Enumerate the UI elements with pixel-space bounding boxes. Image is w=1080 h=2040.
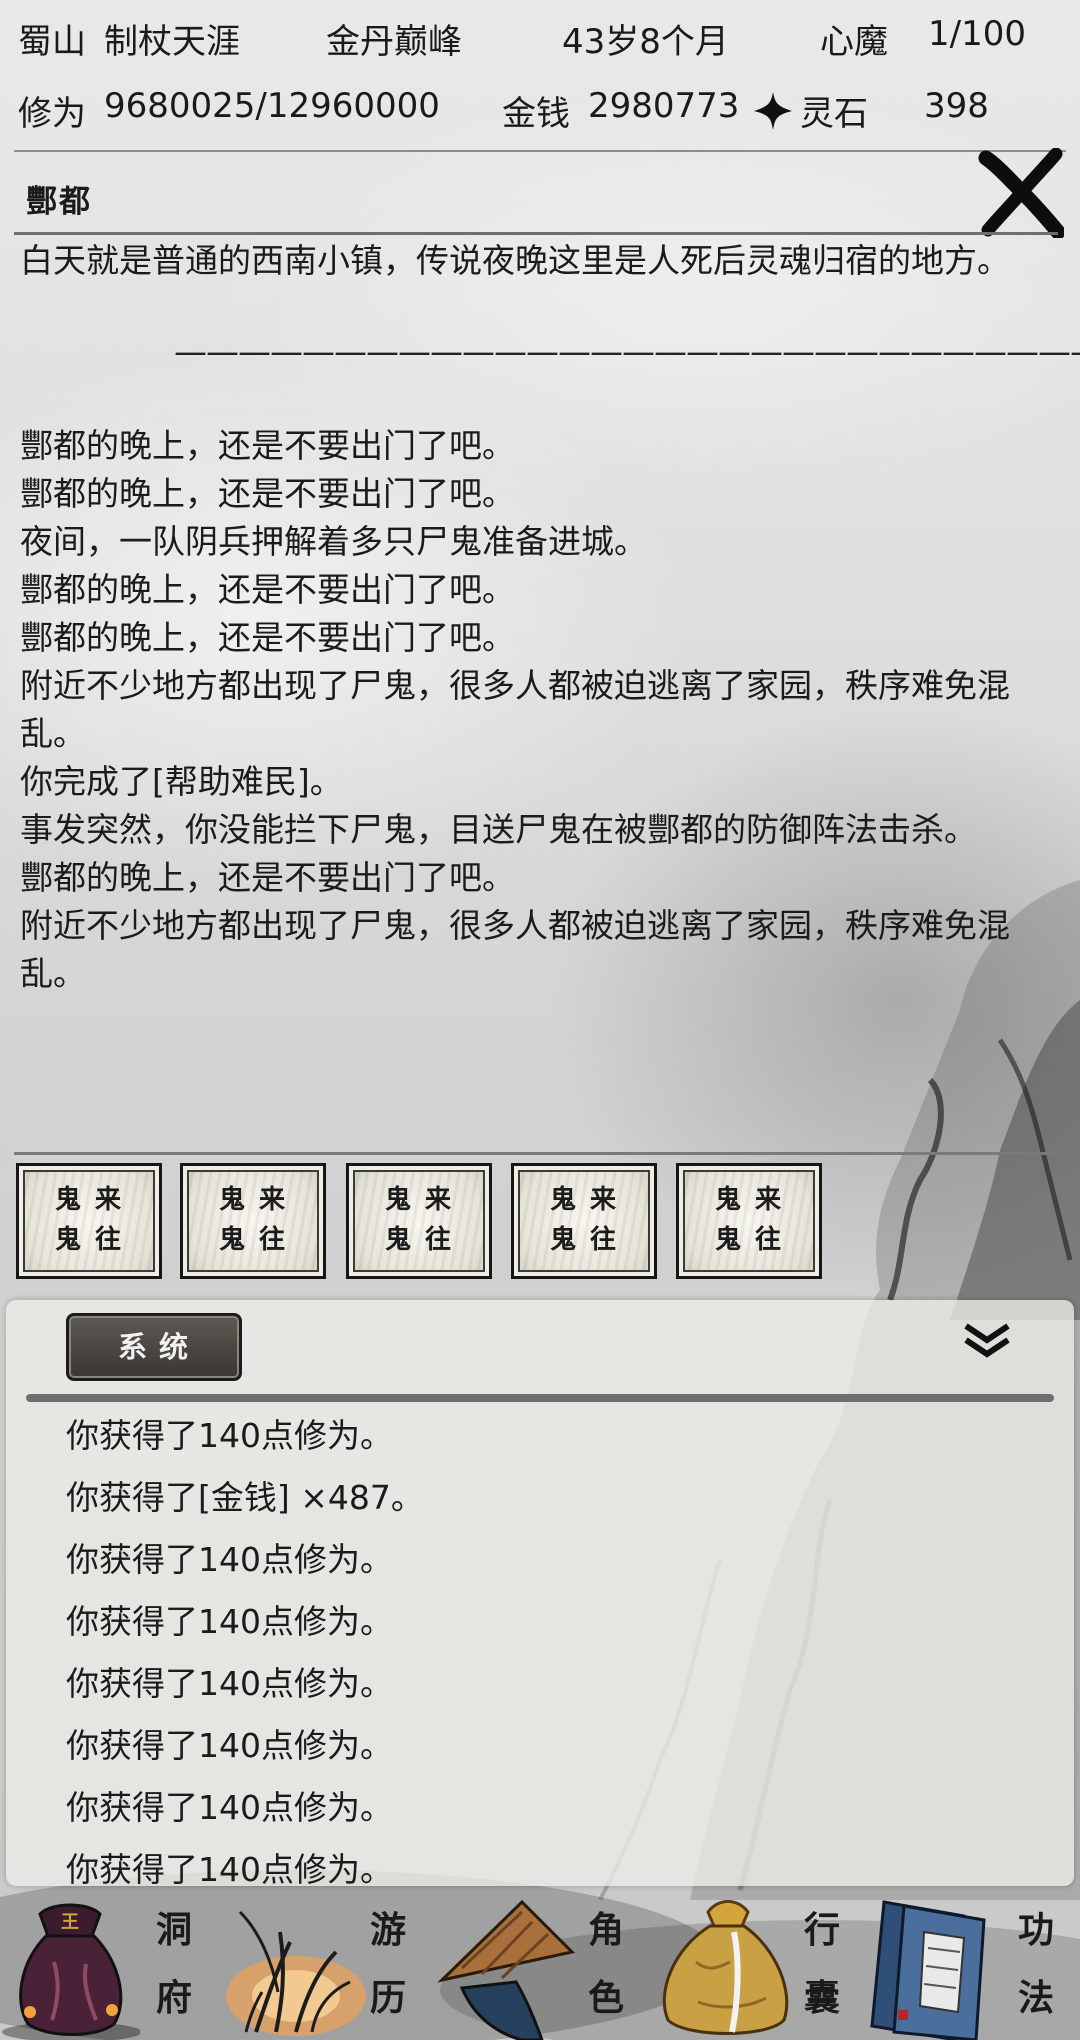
event-line: 酆都的晚上，还是不要出门了吧。 xyxy=(20,570,515,609)
nav-character-label: 色 xyxy=(587,1977,624,2019)
title-underline xyxy=(14,232,1058,235)
nav-inventory-label: 囊 xyxy=(803,1977,840,2019)
cultivation-label: 修为 xyxy=(18,94,86,134)
money-label: 金钱 xyxy=(502,94,570,134)
system-tab[interactable]: 系统 xyxy=(66,1313,242,1381)
nav-cave[interactable]: 王 洞 府 xyxy=(0,1892,216,2040)
cultivation-value: 9680025/12960000 xyxy=(104,86,440,126)
event-log: 酆都的晚上，还是不要出门了吧。 酆都的晚上，还是不要出门了吧。 夜间，一队阴兵押… xyxy=(20,422,1040,998)
event-line: 你完成了[帮助难民]。 xyxy=(20,762,343,801)
system-log-list: 你获得了140点修为。 你获得了[金钱] ×487。 你获得了140点修为。 你… xyxy=(66,1405,424,1901)
nav-character[interactable]: 角 色 xyxy=(432,1892,648,2040)
log-divider xyxy=(26,1394,1054,1402)
spirit-stone-label: 灵石 xyxy=(800,94,868,134)
event-line: 酆都的晚上，还是不要出门了吧。 xyxy=(20,858,515,897)
nav-cave-label: 洞 xyxy=(155,1909,192,1951)
log-line: 你获得了140点修为。 xyxy=(66,1726,393,1765)
actions-divider xyxy=(14,1152,1054,1155)
nav-cave-label: 府 xyxy=(155,1977,192,2019)
close-icon[interactable] xyxy=(978,148,1064,238)
straw-hat-icon xyxy=(437,1899,576,2040)
nav-inventory[interactable]: 行 囊 xyxy=(648,1892,864,2040)
log-line: 你获得了[金钱] ×487。 xyxy=(66,1478,424,1517)
ghost-action-button[interactable]: 鬼来 鬼往 xyxy=(16,1163,162,1279)
nav-character-label: 角 xyxy=(587,1909,624,1951)
realm: 金丹巅峰 xyxy=(326,22,462,62)
log-line: 你获得了140点修为。 xyxy=(66,1602,393,1641)
player-title: 制杖天涯 xyxy=(104,22,240,62)
log-line: 你获得了140点修为。 xyxy=(66,1416,393,1455)
sect-name: 蜀山 xyxy=(18,22,86,62)
event-line: 事发突然，你没能拦下尸鬼，目送尸鬼在被酆都的防御阵法击杀。 xyxy=(20,810,977,849)
heart-demon-value: 1/100 xyxy=(928,14,1026,54)
nav-inventory-label: 行 xyxy=(803,1909,840,1951)
age: 43岁8个月 xyxy=(562,22,729,62)
log-line: 你获得了140点修为。 xyxy=(66,1540,393,1579)
svg-text:王: 王 xyxy=(61,1912,79,1933)
event-line: 附近不少地方都出现了尸鬼，很多人都被迫逃离了家园，秩序难免混乱。 xyxy=(20,906,1010,993)
ghost-action-button[interactable]: 鬼来 鬼往 xyxy=(511,1163,657,1279)
event-line: 酆都的晚上，还是不要出门了吧。 xyxy=(20,618,515,657)
event-line: 夜间，一队阴兵押解着多只尸鬼准备进城。 xyxy=(20,522,647,561)
separator-line: —————————————————————————————— xyxy=(174,332,1080,371)
grass-icon xyxy=(226,1910,366,2036)
ghost-action-button[interactable]: 鬼来 鬼往 xyxy=(676,1163,822,1279)
nav-skills[interactable]: 功 法 xyxy=(864,1892,1080,2040)
spirit-stone-value: 398 xyxy=(924,86,989,126)
event-line: 酆都的晚上，还是不要出门了吧。 xyxy=(20,474,515,513)
location-title: 酆都 xyxy=(26,184,92,220)
ghost-action-button[interactable]: 鬼来 鬼往 xyxy=(180,1163,326,1279)
nav-skills-label: 法 xyxy=(1017,1977,1054,2019)
spirit-stone-icon xyxy=(754,92,792,130)
cloth-sack-icon xyxy=(662,1900,789,2035)
event-line: 酆都的晚上，还是不要出门了吧。 xyxy=(20,426,515,465)
treasure-bag-icon: 王 xyxy=(2,1903,140,2040)
heart-demon-label: 心魔 xyxy=(820,22,888,62)
money-value: 2980773 xyxy=(588,86,740,126)
ghost-action-button[interactable]: 鬼来 鬼往 xyxy=(346,1163,492,1279)
nav-travel-label: 历 xyxy=(369,1977,406,2019)
nav-travel[interactable]: 游 历 xyxy=(216,1892,432,2040)
nav-travel-label: 游 xyxy=(369,1909,406,1951)
event-line: 附近不少地方都出现了尸鬼，很多人都被迫逃离了家园，秩序难免混乱。 xyxy=(20,666,1010,753)
nav-skills-label: 功 xyxy=(1017,1909,1054,1951)
header-divider xyxy=(14,150,1066,152)
location-description: 白天就是普通的西南小镇，传说夜晚这里是人死后灵魂归宿的地方。 xyxy=(20,241,1010,280)
log-line: 你获得了140点修为。 xyxy=(66,1664,393,1703)
chevron-down-icon[interactable] xyxy=(962,1320,1012,1360)
books-icon xyxy=(870,1900,986,2040)
bottom-nav: 王 洞 府 游 历 角 色 行 囊 功 法 xyxy=(0,1892,1080,2040)
log-line: 你获得了140点修为。 xyxy=(66,1788,393,1827)
